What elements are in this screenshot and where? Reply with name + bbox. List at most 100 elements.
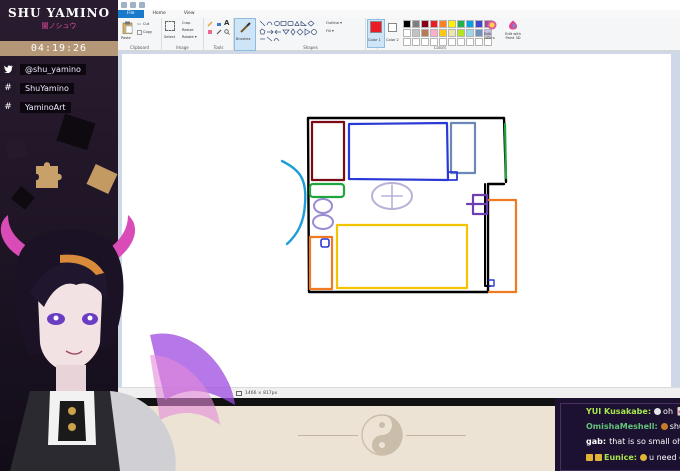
- tools-label: Tools: [213, 45, 224, 50]
- social-hashtag-art: # YaminoArt: [0, 100, 118, 114]
- color-swatch[interactable]: [466, 20, 474, 28]
- fill-bucket-icon[interactable]: [216, 21, 222, 27]
- ribbon-tabs: File Home View: [118, 10, 680, 18]
- color-swatch[interactable]: [403, 20, 411, 28]
- green-wall-segment: [503, 122, 508, 180]
- chat-username: Eunice:: [604, 453, 637, 462]
- save-icon[interactable]: [121, 2, 127, 8]
- chat-username: YUI Kusakabe:: [586, 407, 652, 416]
- color-picker-icon[interactable]: [216, 29, 222, 35]
- color1-swatch: [370, 21, 382, 33]
- color-swatch[interactable]: [448, 29, 456, 37]
- color-swatch[interactable]: [457, 38, 465, 46]
- color-swatch[interactable]: [457, 29, 465, 37]
- magnifier-icon[interactable]: [224, 29, 230, 35]
- color-swatch[interactable]: [457, 20, 465, 28]
- image-label: Image: [176, 45, 189, 50]
- tab-home[interactable]: Home: [144, 10, 175, 18]
- logo-subtitle: 闇ノシュウ: [41, 22, 77, 30]
- chat-message: OmishaMeshell: shu i: [586, 421, 680, 432]
- puzzle-piece-decoration: [86, 163, 118, 195]
- clipboard-label: Clipboard: [129, 45, 150, 50]
- copy-icon[interactable]: [137, 30, 142, 35]
- title-bar: [118, 0, 680, 10]
- image-group: Select Crop Resize Rotate ▾ Image: [162, 18, 204, 51]
- blue-small-item: [320, 238, 330, 248]
- color-swatch[interactable]: [448, 20, 456, 28]
- shapes-gallery-icon[interactable]: [259, 20, 321, 42]
- copy-button[interactable]: Copy: [143, 30, 152, 34]
- paste-button[interactable]: Paste: [121, 36, 131, 40]
- color-swatch[interactable]: [475, 20, 483, 28]
- paint3d-button[interactable]: Edit with Paint 3D: [502, 18, 524, 51]
- color-swatch[interactable]: [412, 20, 420, 28]
- outline-dropdown[interactable]: Outline ▾: [326, 21, 342, 25]
- redo-icon[interactable]: [139, 2, 145, 8]
- color-swatch[interactable]: [430, 29, 438, 37]
- color2-label[interactable]: Color 2: [386, 38, 399, 42]
- rotate-button[interactable]: Rotate ▾: [182, 35, 197, 39]
- color-swatch[interactable]: [466, 29, 474, 37]
- paste-icon[interactable]: [122, 21, 133, 34]
- color-swatch[interactable]: [475, 38, 483, 46]
- chat-username: OmishaMeshell:: [586, 422, 658, 431]
- select-button[interactable]: Select: [164, 35, 175, 39]
- badge-icon: [654, 408, 662, 415]
- resize-button[interactable]: Resize: [182, 28, 194, 32]
- crop-button[interactable]: Crop: [182, 21, 190, 25]
- edit-colors-button[interactable]: Edit colors: [484, 32, 502, 40]
- color-swatch[interactable]: [421, 20, 429, 28]
- select-icon[interactable]: [165, 21, 175, 31]
- cut-icon[interactable]: ✂: [137, 22, 141, 28]
- emote-icon: [586, 454, 593, 461]
- chat-text: u need c: [648, 453, 680, 462]
- decorative-line: [298, 435, 358, 436]
- chat-message: Eunice: u need c: [586, 452, 680, 463]
- color-swatch[interactable]: [412, 38, 420, 46]
- undo-icon[interactable]: [130, 2, 136, 8]
- hashtag-icon: #: [0, 100, 16, 114]
- cyan-door-arc: [280, 159, 307, 246]
- vtuber-avatar: [0, 215, 235, 471]
- timer-text: 04:19:26: [30, 43, 88, 54]
- twitter-icon: [0, 62, 16, 76]
- paint3d-label: Edit with Paint 3D: [505, 32, 521, 40]
- color-swatch[interactable]: [466, 38, 474, 46]
- fill-dropdown[interactable]: Fill ▾: [326, 29, 334, 33]
- color-swatch[interactable]: [421, 38, 429, 46]
- tab-view[interactable]: View: [175, 10, 204, 18]
- color-swatch[interactable]: [448, 38, 456, 46]
- logo-title: SHU YAMINO: [7, 6, 111, 20]
- color-swatch[interactable]: [475, 29, 483, 37]
- emote-icon: [595, 454, 602, 461]
- cut-button[interactable]: Cut: [143, 22, 149, 26]
- tools-group: A Tools: [204, 18, 234, 51]
- decorative-line: [406, 435, 466, 436]
- social-twitter: @shu_yamino: [0, 62, 118, 76]
- channel-logo: SHU YAMINO 闇ノシュウ: [4, 6, 114, 31]
- color-swatch[interactable]: [430, 38, 438, 46]
- color-swatch[interactable]: [412, 29, 420, 37]
- color-swatch[interactable]: [430, 20, 438, 28]
- text-tool-icon[interactable]: A: [224, 19, 229, 27]
- tab-file[interactable]: File: [118, 10, 144, 18]
- eraser-icon[interactable]: [207, 29, 213, 35]
- color-swatch[interactable]: [403, 38, 411, 46]
- stream-timer: 04:19:26: [0, 41, 118, 56]
- ribbon-toolbar: Paste ✂ Cut Copy Clipboard Select Crop R…: [118, 18, 680, 51]
- color-swatch[interactable]: [403, 29, 411, 37]
- edit-colors-icon[interactable]: [487, 20, 497, 30]
- color2-swatch[interactable]: [388, 23, 397, 32]
- canvas-size-text: 1466 × 817px: [245, 390, 278, 396]
- color-swatch[interactable]: [421, 29, 429, 37]
- social-handle: @shu_yamino: [20, 63, 86, 75]
- color-swatch[interactable]: [439, 29, 447, 37]
- hashtag-icon: #: [0, 81, 16, 95]
- color-swatch[interactable]: [439, 38, 447, 46]
- brushes-button[interactable]: Brushes: [234, 18, 256, 51]
- color-swatch[interactable]: [439, 20, 447, 28]
- yin-yang-icon: [361, 414, 403, 456]
- pencil-icon[interactable]: [207, 21, 213, 27]
- green-desk: [308, 182, 346, 199]
- badge-icon: [660, 423, 668, 430]
